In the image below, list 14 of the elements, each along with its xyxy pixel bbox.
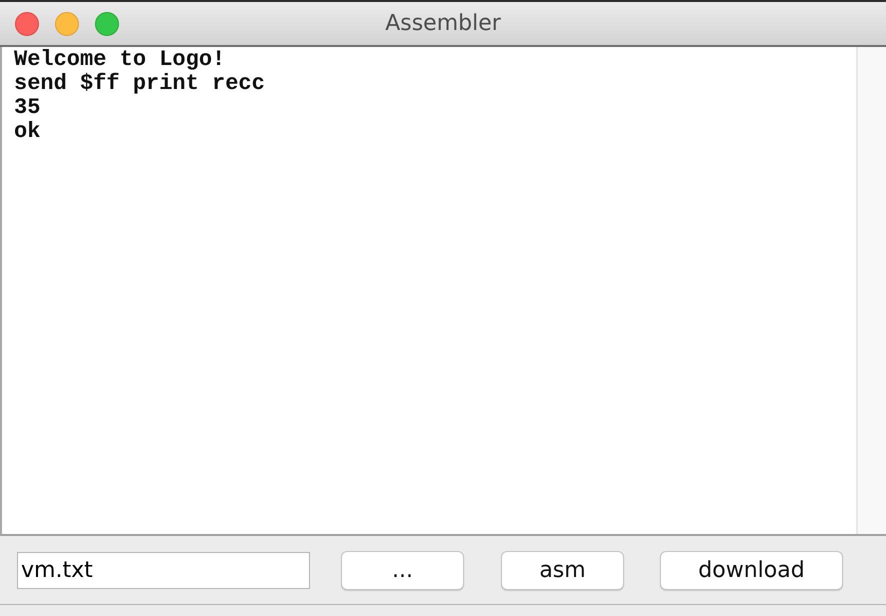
minimize-button[interactable] [55, 12, 79, 36]
console-line: send $ff print recc [14, 72, 265, 96]
console-line: Welcome to Logo! [14, 48, 226, 72]
file-name-field[interactable]: vm.txt [17, 552, 310, 588]
console-line: ok [14, 120, 40, 144]
text-area[interactable]: Welcome to Logo! send $ff print recc 35 ok [0, 47, 886, 536]
maximize-button[interactable] [95, 12, 119, 36]
window-title: Assembler [385, 11, 501, 36]
asm-button[interactable]: asm [501, 550, 624, 590]
console-line: 35 [14, 96, 40, 120]
scrollbar-track[interactable] [856, 47, 886, 534]
browse-button[interactable]: ... [341, 550, 464, 590]
close-button[interactable] [15, 12, 39, 36]
download-button[interactable]: download [660, 550, 843, 590]
